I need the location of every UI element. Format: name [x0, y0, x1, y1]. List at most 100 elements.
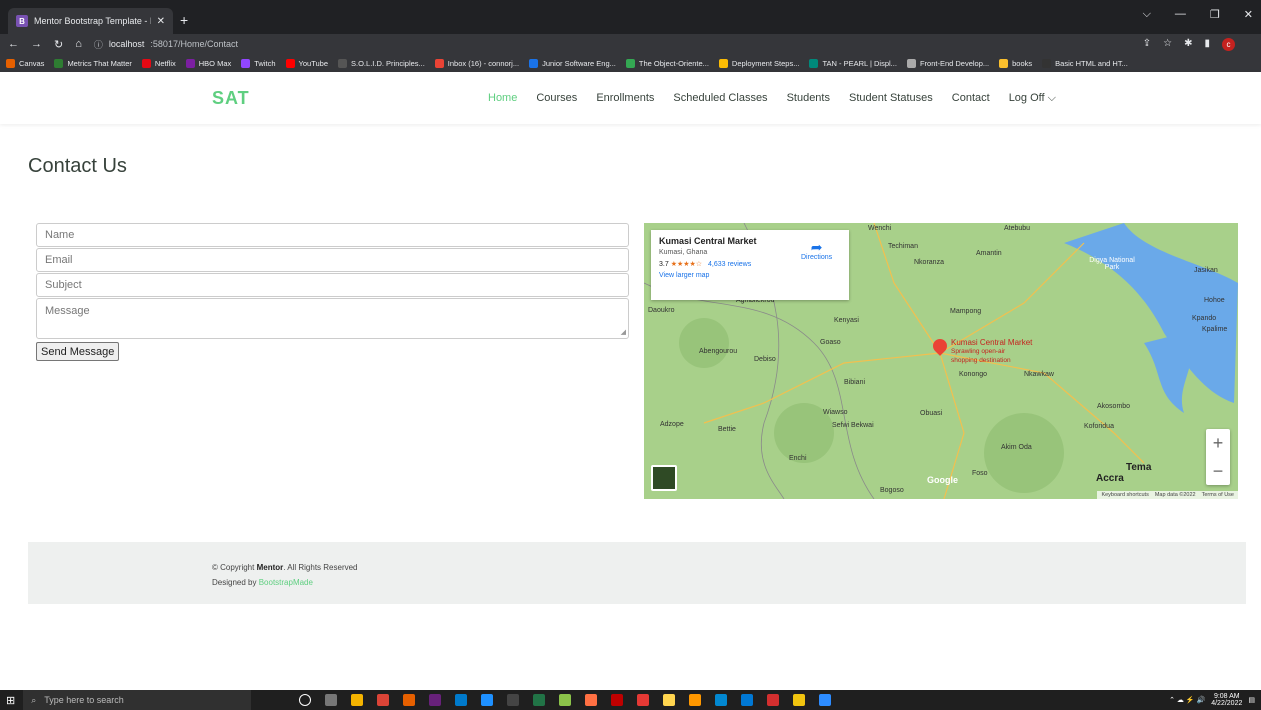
browser-tab[interactable]: B Mentor Bootstrap Template - Ind ✕ — [8, 8, 173, 34]
zoom-out-button[interactable]: − — [1206, 457, 1230, 485]
bookmark-item[interactable]: books — [999, 58, 1032, 68]
bookmark-item[interactable]: Basic HTML and HT... — [1042, 58, 1128, 68]
bookmark-item[interactable]: Metrics That Matter — [54, 58, 132, 68]
nav-enrollments[interactable]: Enrollments — [596, 92, 654, 105]
tray-icons[interactable]: ⌃ ☁ ⚡ 🔊 — [1169, 696, 1205, 704]
bookmark-favicon-icon — [529, 58, 539, 68]
taskbar-search[interactable]: ⌕ Type here to search — [23, 690, 252, 710]
bookmark-item[interactable]: Junior Software Eng... — [529, 58, 616, 68]
app-icon[interactable] — [715, 694, 728, 706]
bookmark-item[interactable]: YouTube — [285, 58, 328, 68]
outlook-icon[interactable] — [741, 694, 754, 706]
bookmark-item[interactable]: Inbox (16) - connorj... — [434, 58, 519, 68]
windows-start-icon[interactable]: ⊞ — [6, 694, 15, 707]
visual-studio-icon[interactable] — [429, 694, 442, 706]
designed-by-line: Designed by BootstrapMade — [212, 575, 358, 590]
bookmark-item[interactable]: Front-End Develop... — [906, 58, 989, 68]
footer-text: © Copyright Mentor. All Rights Reserved … — [212, 560, 358, 590]
cortana-icon[interactable] — [299, 694, 312, 706]
bookmark-item[interactable]: Twitch — [241, 58, 276, 68]
share-icon[interactable]: ⇪ — [1143, 38, 1151, 51]
file-explorer-icon[interactable] — [351, 694, 364, 706]
search-placeholder: Type here to search — [44, 695, 124, 705]
bookmark-favicon-icon — [285, 58, 295, 68]
page-title: Contact Us — [28, 155, 127, 177]
maximize-icon[interactable]: ❐ — [1210, 8, 1220, 21]
nav-students[interactable]: Students — [787, 92, 830, 105]
email-input[interactable]: Email — [36, 248, 629, 272]
tab-search-icon[interactable]: ⌵ — [1143, 8, 1151, 21]
new-tab-icon[interactable]: + — [180, 12, 188, 28]
app-icon[interactable] — [637, 694, 650, 706]
close-tab-icon[interactable]: ✕ — [157, 16, 165, 27]
designer-link[interactable]: BootstrapMade — [259, 578, 313, 587]
nav-contact[interactable]: Contact — [952, 92, 990, 105]
bookmark-item[interactable]: Deployment Steps... — [718, 58, 799, 68]
bookmark-item[interactable]: Netflix — [141, 58, 176, 68]
nav-home[interactable]: Home — [488, 92, 517, 105]
app-icon[interactable] — [559, 694, 572, 706]
bookmark-item[interactable]: Canvas — [6, 58, 44, 68]
app-icon[interactable] — [793, 694, 806, 706]
vscode-icon[interactable] — [455, 694, 468, 706]
filezilla-icon[interactable] — [611, 694, 624, 706]
keyboard-shortcuts-link[interactable]: Keyboard shortcuts — [1101, 492, 1148, 498]
map-city-label: Koforidua — [1084, 423, 1114, 430]
notion-icon[interactable] — [507, 694, 520, 706]
office-icon[interactable] — [767, 694, 780, 706]
app-icon[interactable] — [689, 694, 702, 706]
close-window-icon[interactable]: ✕ — [1244, 8, 1253, 21]
bookmark-item[interactable]: S.O.L.I.D. Principles... — [338, 58, 425, 68]
back-icon[interactable]: ← — [8, 38, 19, 50]
map-city-label: Nkoranza — [914, 259, 944, 266]
sidebar-icon[interactable]: ▮ — [1204, 38, 1210, 51]
info-icon[interactable]: ⓘ — [94, 38, 103, 51]
clock[interactable]: 9:08 AM 4/22/2022 — [1211, 693, 1242, 707]
bookmark-label: S.O.L.I.D. Principles... — [351, 58, 425, 68]
nav-courses[interactable]: Courses — [536, 92, 577, 105]
extensions-icon[interactable]: ✱ — [1184, 38, 1192, 51]
nav-student-statuses[interactable]: Student Statuses — [849, 92, 933, 105]
satellite-toggle-button[interactable] — [651, 465, 677, 491]
star-icon[interactable]: ☆ — [1163, 38, 1172, 51]
url-field[interactable]: ⓘ localhost:58017/Home/Contact — [94, 38, 1131, 51]
reviews-link[interactable]: 4,633 reviews — [708, 261, 751, 268]
reload-icon[interactable]: ↻ — [54, 38, 63, 51]
zoom-icon[interactable] — [819, 694, 832, 706]
nav-scheduled-classes[interactable]: Scheduled Classes — [673, 92, 767, 105]
home-icon[interactable]: ⌂ — [75, 38, 82, 50]
profile-avatar[interactable]: c — [1222, 37, 1235, 51]
resize-handle-icon[interactable]: ◢ — [621, 328, 626, 336]
message-textarea[interactable]: Message ◢ — [36, 298, 629, 339]
subject-input[interactable]: Subject — [36, 273, 629, 297]
site-logo[interactable]: SAT — [212, 88, 250, 109]
bookmark-favicon-icon — [999, 58, 1009, 68]
map-city-label: Sefwi Bekwai — [832, 422, 874, 429]
bookmark-favicon-icon — [6, 58, 15, 68]
task-view-icon[interactable] — [325, 694, 338, 706]
nav-log-off[interactable]: Log Off ⌵ — [1009, 92, 1056, 105]
terms-link[interactable]: Terms of Use — [1202, 492, 1234, 498]
directions-button[interactable]: ➦ Directions — [801, 240, 832, 261]
app-icon[interactable] — [481, 694, 494, 706]
view-larger-map-link[interactable]: View larger map — [659, 272, 841, 279]
chrome-icon[interactable] — [377, 694, 390, 706]
notifications-icon[interactable]: ▤ — [1248, 696, 1255, 704]
bookmark-item[interactable]: HBO Max — [185, 58, 231, 68]
bookmark-item[interactable]: The Object-Oriente... — [625, 58, 709, 68]
forward-icon[interactable]: → — [31, 38, 42, 50]
app-icon[interactable] — [585, 694, 598, 706]
google-map[interactable]: Wenchi Atebubu Techiman Amantin Nkoranza… — [644, 223, 1238, 499]
zoom-in-button[interactable]: + — [1206, 429, 1230, 457]
send-message-button[interactable]: Send Message — [36, 342, 120, 361]
bookmark-item[interactable]: TAN - PEARL | Displ... — [809, 58, 897, 68]
marker-title: Kumasi Central Market — [951, 338, 1033, 347]
marker-label[interactable]: Kumasi Central Market Sprawling open-air… — [951, 338, 1032, 365]
name-input[interactable]: Name — [36, 223, 629, 247]
place-info-card: Kumasi Central Market Kumasi, Ghana 3.7 … — [651, 230, 849, 300]
app-icon[interactable] — [663, 694, 676, 706]
minimize-icon[interactable]: — — [1175, 8, 1186, 21]
copyright-line: © Copyright Mentor. All Rights Reserved — [212, 560, 358, 575]
excel-icon[interactable] — [533, 694, 546, 706]
app-icon[interactable] — [403, 694, 416, 706]
